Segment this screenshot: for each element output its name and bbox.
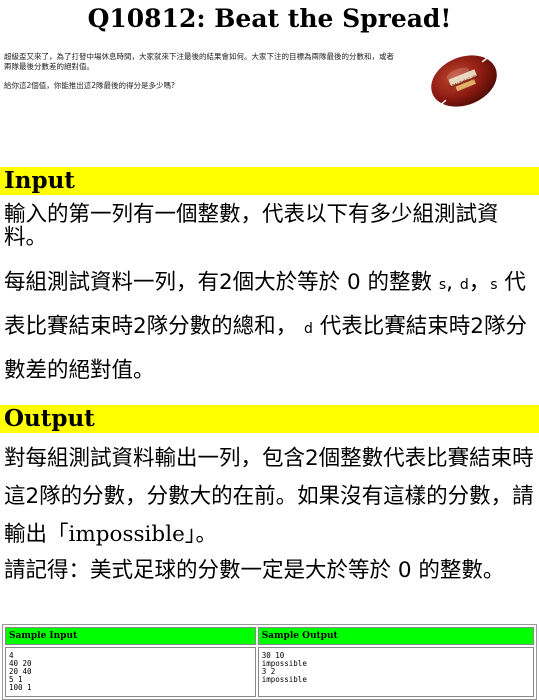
output-description-line2: 請記得：美式足球的分數一定是大於等於 0 的整數。 <box>4 558 505 583</box>
input-description-line2: 每組測試資料一列，有2個大於等於 0 的整數 s, d，s 代表比賽結束時2隊分… <box>4 270 527 383</box>
intro-question: 給你這2個值，你能推出這2隊最後的得分是多少嗎? <box>4 81 176 90</box>
intro-text: 超級盃又來了，為了打發中場休息時間，大家就來下注最後的結果會如何。大家下注的目標… <box>4 52 396 100</box>
input-description-line1: 輸入的第一列有一個整數，代表以下有多少組測試資料。 <box>4 202 499 250</box>
input-section-heading: Input <box>0 167 539 195</box>
output-section-heading: Output <box>0 405 539 433</box>
sample-input-header: Sample Input <box>5 627 256 645</box>
sample-input-content: 4 40 20 20 40 5 1 100 1 <box>5 647 256 697</box>
sample-output-content: 30 10 impossible 3 2 impossible <box>257 647 534 697</box>
intro-paragraph: 超級盃又來了，為了打發中場休息時間，大家就來下注最後的結果會如何。大家下注的目標… <box>4 52 394 71</box>
sample-output-header: Sample Output <box>257 627 534 645</box>
output-description-line1: 對每組測試資料輸出一列，包含2個整數代表比賽結束時這2隊的分數，分數大的在前。如… <box>4 446 534 547</box>
football-image: SPALDING J5V <box>431 55 497 107</box>
sample-header-row: Sample Input Sample Output <box>5 627 534 645</box>
page-title: Q10812: Beat the Spread! <box>87 4 452 33</box>
sample-table: Sample Input Sample Output 4 40 20 20 40… <box>2 624 537 700</box>
sample-content-row: 4 40 20 20 40 5 1 100 1 30 10 impossible… <box>5 647 534 697</box>
